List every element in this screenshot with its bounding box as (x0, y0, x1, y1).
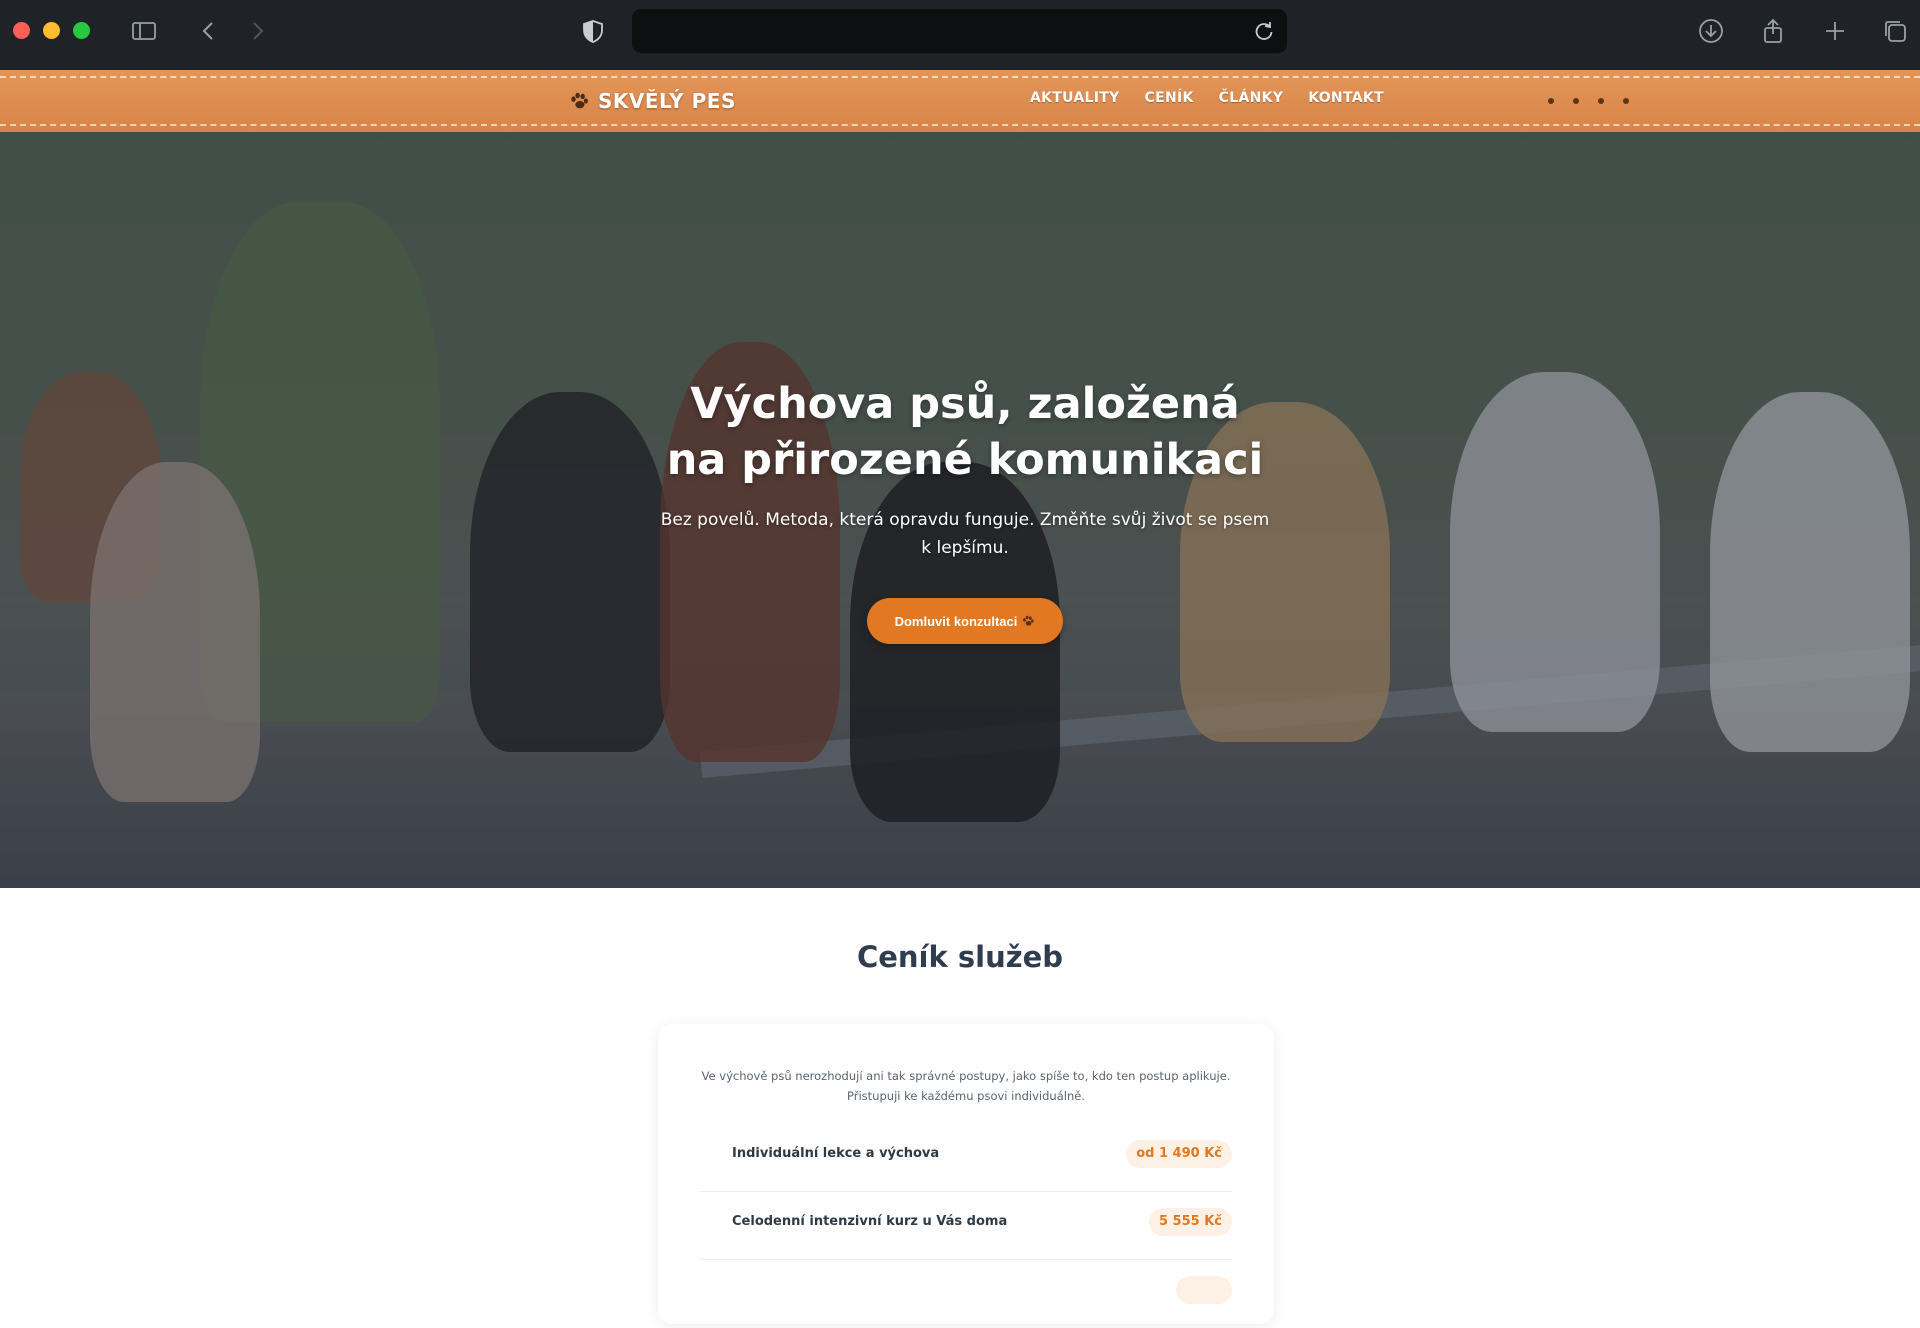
paw-icon (571, 92, 588, 109)
brand-name: SKVĚLÝ PES (598, 89, 736, 113)
paw-icon (1023, 615, 1035, 626)
reload-icon[interactable] (1251, 18, 1277, 44)
nav-link-aktuality[interactable]: AKTUALITY (1030, 90, 1120, 106)
leather-stitch-bottom (0, 124, 1920, 126)
pricing-card: Ve výchově psů nerozhodují ani tak správ… (658, 1024, 1274, 1324)
privacy-shield-icon[interactable] (578, 16, 608, 46)
maximize-window-button[interactable] (73, 22, 90, 39)
service-price-badge: 5 555 Kč (1148, 1208, 1232, 1236)
rivet (1573, 98, 1579, 104)
book-consultation-button[interactable]: Domluvit konzultaci (866, 598, 1064, 644)
service-price-badge: od 1 490 Kč (1126, 1140, 1232, 1168)
site-navbar: SKVĚLÝ PES AKTUALITY CENÍK ČLÁNKY KONTAK… (0, 70, 1920, 132)
forward-icon[interactable] (242, 16, 272, 46)
hero-content: Výchova psů, založená na přirozené komun… (660, 376, 1270, 644)
price-row (700, 1260, 1232, 1328)
nav-link-cenik[interactable]: CENÍK (1145, 90, 1194, 106)
hero-title: Výchova psů, založená na přirozené komun… (666, 379, 1264, 485)
share-icon[interactable] (1758, 16, 1788, 46)
minimize-window-button[interactable] (43, 22, 60, 39)
downloads-icon[interactable] (1696, 16, 1726, 46)
book-consultation-label: Domluvit konzultaci (894, 613, 1018, 629)
service-price-badge-partial (1176, 1276, 1232, 1304)
hero-section: Výchova psů, založená na přirozené komun… (0, 132, 1920, 888)
close-window-button[interactable] (13, 22, 30, 39)
new-tab-icon[interactable] (1820, 16, 1850, 46)
pricing-title: Ceník služeb (856, 940, 1064, 974)
address-bar[interactable] (632, 9, 1287, 53)
brand-logo[interactable]: SKVĚLÝ PES (568, 86, 736, 116)
nav-link-clanky[interactable]: ČLÁNKY (1219, 90, 1284, 106)
service-name: Individuální lekce a výchova (732, 1146, 940, 1161)
nav-link-kontakt[interactable]: KONTAKT (1308, 90, 1384, 106)
price-row: Individuální lekce a výchova od 1 490 Kč (700, 1124, 1232, 1192)
rivet (1548, 98, 1554, 104)
price-row: Celodenní intenzivní kurz u Vás doma 5 5… (700, 1192, 1232, 1260)
browser-toolbar (0, 0, 1920, 70)
decorative-rivets (1548, 98, 1629, 104)
hero-subtitle: Bez povelů. Metoda, která opravdu funguj… (660, 510, 1270, 558)
leather-stitch-top (0, 76, 1920, 78)
main-menu: AKTUALITY CENÍK ČLÁNKY KONTAKT (1030, 90, 1384, 106)
service-name: Celodenní intenzivní kurz u Vás doma (732, 1214, 1008, 1229)
back-icon[interactable] (194, 16, 224, 46)
pricing-intro: Ve výchově psů nerozhodují ani tak správ… (701, 1069, 1231, 1103)
sidebar-toggle-icon[interactable] (129, 16, 159, 46)
tab-overview-icon[interactable] (1880, 16, 1910, 46)
rivet (1623, 98, 1629, 104)
rivet (1598, 98, 1604, 104)
